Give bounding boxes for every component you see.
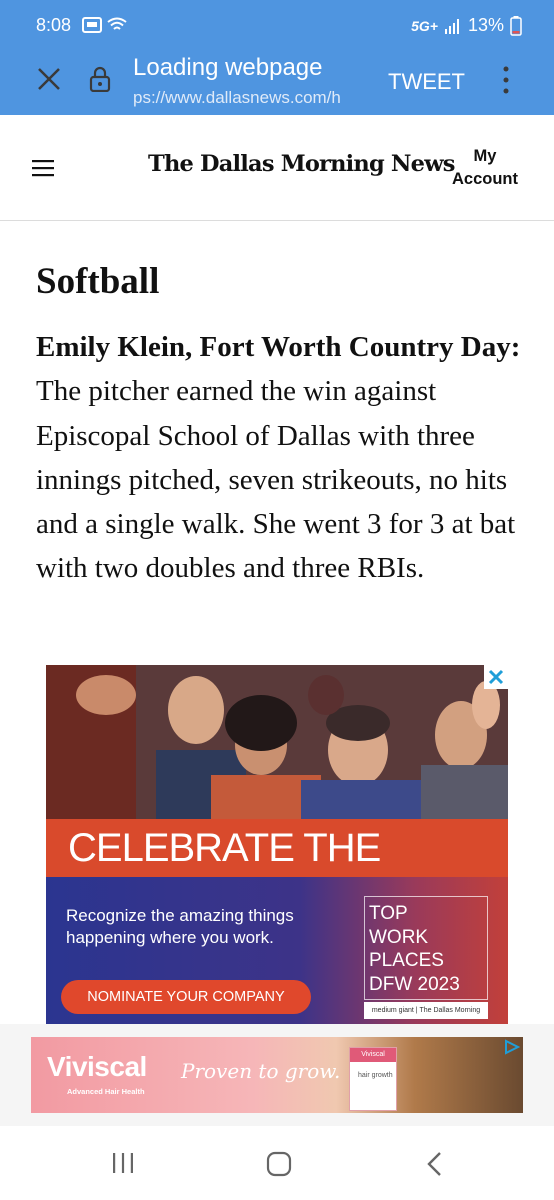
lock-icon: [89, 66, 111, 92]
browser-toolbar: Loading webpage ps://www.dallasnews.com/…: [0, 50, 554, 115]
ad-headline: CELEBRATE THE GOOD: [46, 819, 508, 928]
article-body: Softball Emily Klein, Fort Worth Country…: [36, 260, 526, 591]
product-box-label: Viviscal: [350, 1048, 396, 1062]
section-heading: Softball: [36, 261, 160, 302]
page-title: Loading webpage: [133, 54, 323, 81]
ad-copy: Recognize the amazing things happening w…: [66, 906, 294, 947]
ad-photo: [46, 665, 508, 819]
account-line1: My: [473, 147, 497, 165]
product-box-text: hair growth: [358, 1072, 393, 1079]
network-type: 5G+: [411, 17, 438, 34]
top-workplaces-badge: TOP WORK PLACES DFW 2023: [364, 896, 488, 1000]
menu-icon[interactable]: [32, 159, 54, 177]
battery-percent: 13%: [467, 15, 504, 35]
nominate-button[interactable]: NOMINATE YOUR COMPANY: [61, 980, 311, 1014]
badge-line-2: WORK: [369, 926, 429, 948]
system-nav-bar: [0, 1126, 554, 1200]
url-text[interactable]: ps://www.dallasnews.com/h: [133, 88, 358, 108]
account-line2: Account: [452, 170, 518, 188]
more-options-icon[interactable]: [496, 64, 516, 96]
badge-footer: medium giant | The Dallas Morning News: [364, 1002, 488, 1025]
ad-lower-panel: Recognize the amazing things happening w…: [46, 877, 508, 1025]
home-icon[interactable]: [265, 1150, 293, 1178]
badge-line-4: DFW 2023: [369, 973, 460, 995]
recent-apps-icon[interactable]: [110, 1150, 136, 1176]
paragraph-text: The pitcher earned the win against Episc…: [36, 375, 516, 585]
status-bar: 8:08 5G+ 13%: [0, 0, 554, 50]
viviscal-subtitle: Advanced Hair Health: [67, 1087, 145, 1096]
screen-record-icon: [82, 17, 102, 33]
athlete-name: Emily Klein, Fort Worth Country Day:: [36, 331, 521, 363]
viviscal-tagline: Proven to grow.: [181, 1059, 341, 1083]
badge-line-1: TOP: [369, 903, 408, 924]
tweet-button[interactable]: TWEET: [388, 69, 465, 95]
status-right: 5G+ 13%: [411, 15, 522, 36]
signal-icon: [444, 18, 459, 34]
ad-choices-icon[interactable]: [503, 1039, 521, 1055]
my-account-link[interactable]: My Account: [445, 145, 525, 191]
ad-top-workplaces[interactable]: CELEBRATE THE GOOD Recognize the amazing…: [46, 665, 508, 1025]
ad-close-icon[interactable]: [484, 665, 508, 689]
close-icon[interactable]: [34, 64, 64, 94]
site-header: The Dallas Morning News My Account: [0, 115, 554, 221]
status-time: 8:08: [36, 15, 72, 35]
battery-icon: [510, 15, 522, 36]
product-box: Viviscal hair growth: [349, 1047, 397, 1111]
banner-ad-area: Viviscal Advanced Hair Health Proven to …: [0, 1024, 554, 1126]
article-paragraph: Emily Klein, Fort Worth Country Day: The…: [36, 325, 526, 591]
back-icon[interactable]: [422, 1150, 448, 1178]
viviscal-ad[interactable]: Viviscal Advanced Hair Health Proven to …: [31, 1037, 523, 1113]
badge-line-3: PLACES: [369, 950, 444, 971]
wifi-icon: [107, 17, 127, 30]
viviscal-brand: Viviscal: [47, 1051, 147, 1082]
site-logo[interactable]: The Dallas Morning News: [148, 151, 455, 177]
